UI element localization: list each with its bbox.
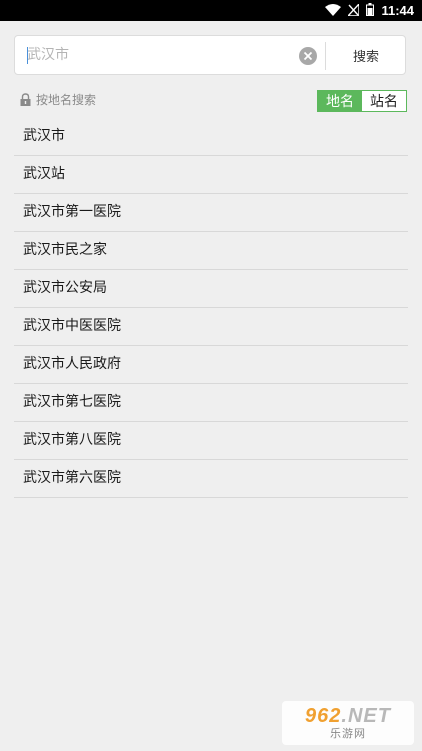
text-cursor: [27, 47, 28, 64]
watermark-bottom: 乐游网: [330, 728, 366, 740]
search-mode-row: 按地名搜索: [20, 90, 96, 108]
list-item[interactable]: 武汉市民之家: [14, 232, 408, 270]
list-item[interactable]: 武汉市人民政府: [14, 346, 408, 384]
battery-icon: [366, 1, 375, 20]
results-list: 武汉市 武汉站 武汉市第一医院 武汉市民之家 武汉市公安局 武汉市中医医院 武汉…: [14, 118, 408, 498]
status-time: 11:44: [381, 3, 414, 18]
clear-icon[interactable]: [299, 47, 317, 65]
tab-station-name[interactable]: 站名: [362, 91, 406, 111]
no-sim-icon: [346, 1, 361, 20]
search-type-toggle: 地名 站名: [317, 90, 407, 112]
list-item[interactable]: 武汉市第一医院: [14, 194, 408, 232]
list-item[interactable]: 武汉市第六医院: [14, 460, 408, 498]
search-box: 搜索: [14, 35, 406, 75]
wifi-icon: [325, 1, 342, 20]
search-mode-label: 按地名搜索: [36, 92, 97, 107]
tab-place-name[interactable]: 地名: [318, 91, 362, 111]
status-icons: 11:44: [325, 0, 414, 21]
list-item[interactable]: 武汉市公安局: [14, 270, 408, 308]
list-item[interactable]: 武汉市第八医院: [14, 422, 408, 460]
search-button[interactable]: 搜索: [326, 36, 406, 74]
watermark-top: 962.NET: [305, 705, 391, 727]
list-item[interactable]: 武汉站: [14, 156, 408, 194]
search-input[interactable]: [27, 40, 299, 70]
list-item[interactable]: 武汉市第七医院: [14, 384, 408, 422]
list-item[interactable]: 武汉市中医医院: [14, 308, 408, 346]
list-item[interactable]: 武汉市: [14, 118, 408, 156]
status-bar: 11:44: [0, 0, 422, 21]
watermark-logo: 962.NET 乐游网: [282, 701, 414, 745]
lock-icon: [20, 92, 31, 106]
